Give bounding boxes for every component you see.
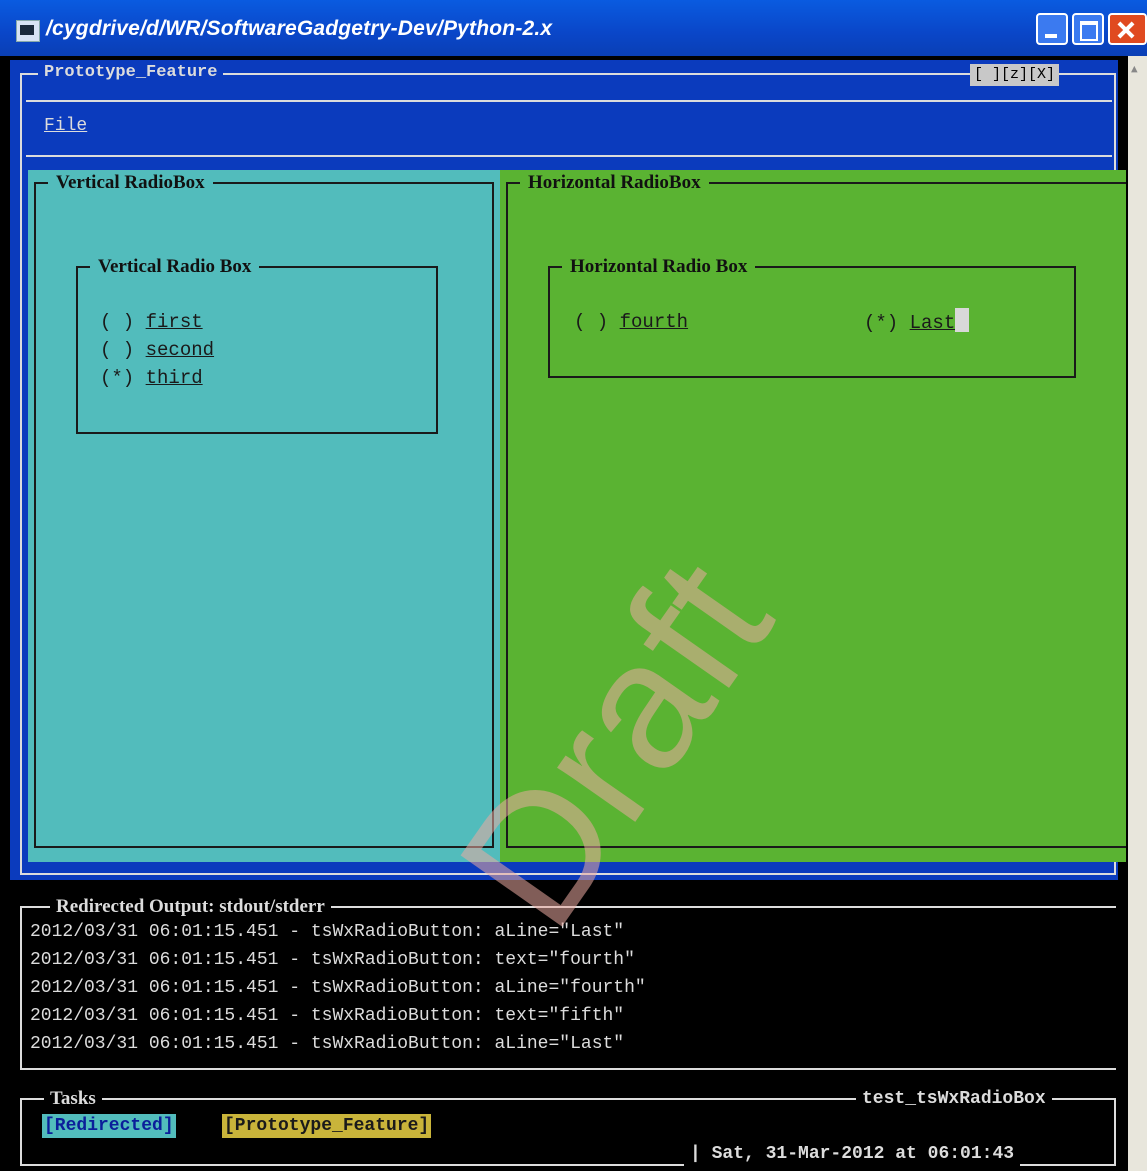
frame-border-bottom	[20, 873, 1116, 875]
radio-label[interactable]: first	[146, 311, 203, 333]
menu-file[interactable]: File	[44, 116, 87, 136]
task-bar-panel: Tasks test_tsWxRadioBox [Redirected] [Pr…	[0, 1080, 1128, 1171]
menubar-top-divider	[26, 100, 1112, 102]
minimize-button[interactable]	[1036, 13, 1068, 45]
vertical-panel-title: Vertical RadioBox	[48, 172, 213, 194]
task-button-redirected[interactable]: [Redirected]	[42, 1114, 176, 1138]
radio-label[interactable]: third	[146, 367, 203, 389]
radio-label[interactable]: second	[146, 339, 214, 361]
vertical-scrollbar[interactable]: ▲	[1128, 56, 1147, 1171]
frame-title: Prototype_Feature	[38, 63, 224, 83]
clock-display: | Sat, 31-Mar-2012 at 06:01:43	[684, 1142, 1021, 1166]
radio-mark[interactable]: (*)	[864, 312, 898, 334]
close-button[interactable]	[1108, 13, 1147, 45]
radio-label[interactable]: fourth	[620, 311, 688, 333]
log-line: 2012/03/31 06:01:15.451 - tsWxRadioButto…	[30, 1006, 625, 1026]
radio-mark[interactable]: ( )	[574, 311, 608, 333]
log-line: 2012/03/31 06:01:15.451 - tsWxRadioButto…	[30, 950, 635, 970]
frame-border-left	[20, 73, 22, 873]
task-button-prototype-feature[interactable]: [Prototype_Feature]	[222, 1114, 432, 1138]
horizontal-panel-title: Horizontal RadioBox	[520, 172, 709, 194]
radio-mark[interactable]: (*)	[100, 367, 134, 389]
redirect-title: Redirected Output: stdout/stderr	[50, 896, 331, 918]
terminal-icon	[16, 20, 40, 42]
frame-control-buttons[interactable]: [ ][z][X]	[970, 64, 1060, 86]
scroll-up-icon[interactable]: ▲	[1131, 62, 1143, 75]
menubar-bottom-divider	[26, 155, 1112, 157]
app-name-label: test_tsWxRadioBox	[856, 1088, 1052, 1110]
horizontal-radio-group-title: Horizontal Radio Box	[562, 256, 756, 278]
log-line: 2012/03/31 06:01:15.451 - tsWxRadioButto…	[30, 1034, 625, 1054]
radio-option-first[interactable]: ( ) first	[100, 308, 203, 336]
vertical-radio-group-title: Vertical Radio Box	[90, 256, 260, 278]
maximize-button[interactable]	[1072, 13, 1104, 45]
redirected-output-panel: Redirected Output: stdout/stderr 2012/03…	[10, 892, 1118, 1072]
radio-mark[interactable]: ( )	[100, 339, 134, 361]
radio-mark[interactable]: ( )	[100, 311, 134, 333]
radio-option-third[interactable]: (*) third	[100, 364, 203, 392]
title-bar[interactable]: /cygdrive/d/WR/SoftwareGadgetry-Dev/Pyth…	[0, 0, 1147, 56]
radio-option-last[interactable]: (*) Last	[864, 308, 970, 337]
tasks-border-right	[1114, 1098, 1116, 1164]
log-line: 2012/03/31 06:01:15.451 - tsWxRadioButto…	[30, 978, 646, 998]
tasks-title: Tasks	[44, 1088, 102, 1110]
radio-option-second[interactable]: ( ) second	[100, 336, 214, 364]
radio-option-fourth[interactable]: ( ) fourth	[574, 308, 688, 336]
text-cursor	[955, 308, 970, 332]
menu-file-label[interactable]: File	[44, 116, 87, 136]
radio-label[interactable]: Last	[910, 312, 956, 334]
tasks-border-left	[20, 1098, 22, 1164]
window-title: /cygdrive/d/WR/SoftwareGadgetry-Dev/Pyth…	[46, 17, 553, 40]
log-line: 2012/03/31 06:01:15.451 - tsWxRadioButto…	[30, 922, 625, 942]
